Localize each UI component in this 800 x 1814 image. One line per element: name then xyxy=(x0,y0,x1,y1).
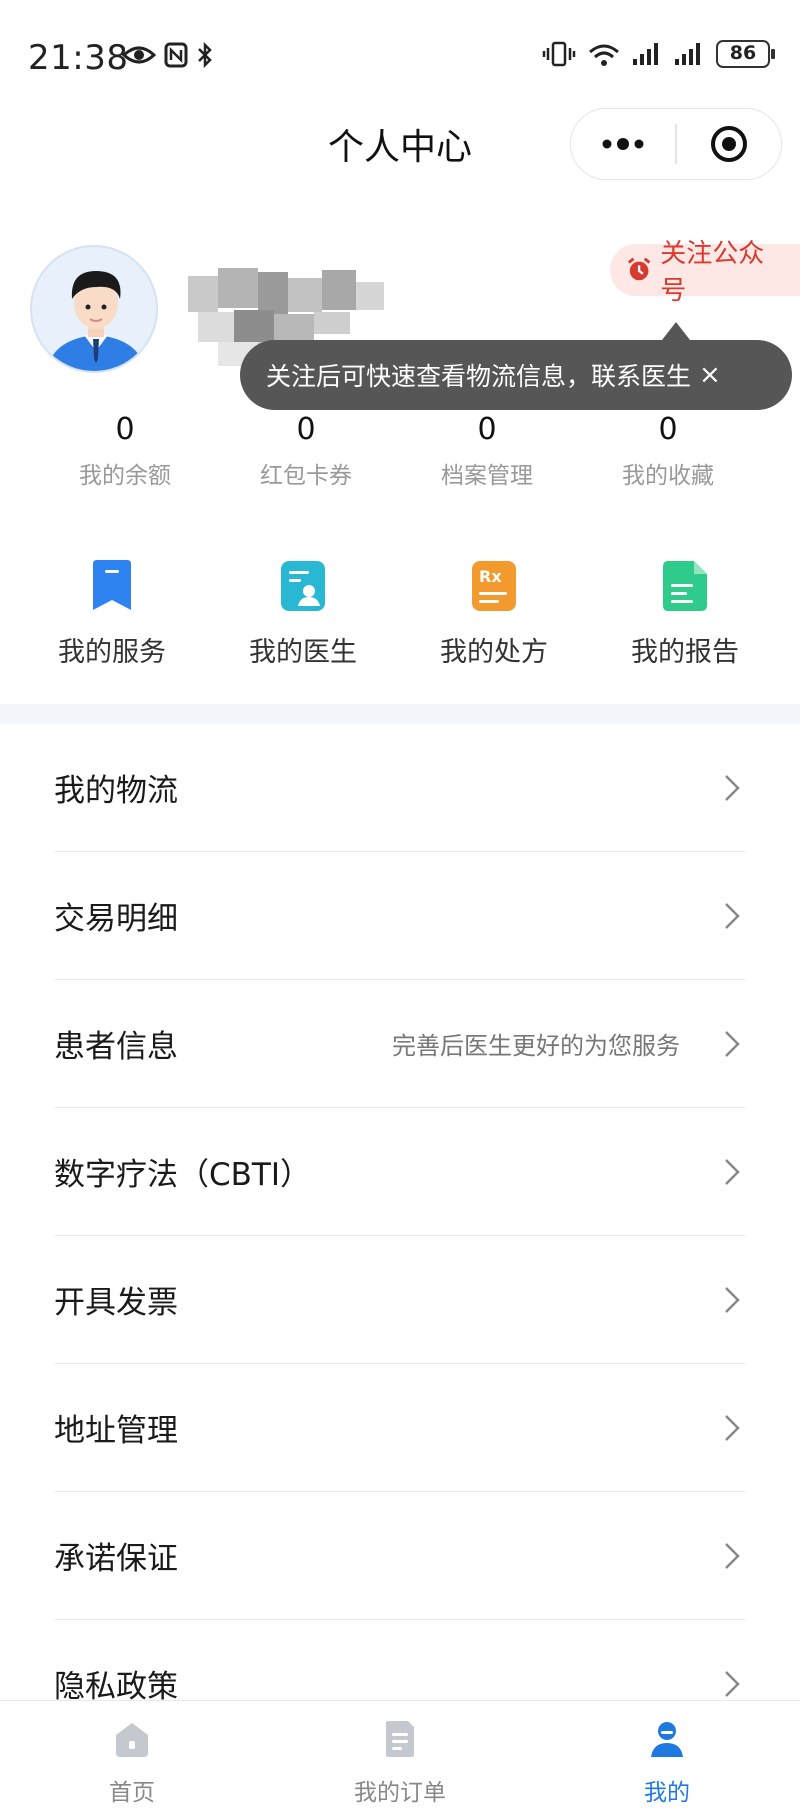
menu-item-digital-therapy[interactable]: 数字疗法（CBTI） xyxy=(54,1108,746,1236)
service-label: 我的处方 xyxy=(440,637,548,668)
stat-favorites[interactable]: 0 我的收藏 xyxy=(578,408,758,490)
stat-coupons[interactable]: 0 红包卡券 xyxy=(216,408,396,490)
more-button[interactable] xyxy=(571,108,675,180)
menu-item-guarantee[interactable]: 承诺保证 xyxy=(54,1492,746,1620)
tab-orders[interactable]: 我的订单 xyxy=(330,1719,470,1807)
chevron-right-icon xyxy=(725,1670,740,1697)
menu-item-invoice[interactable]: 开具发票 xyxy=(54,1236,746,1364)
mini-program-capsule xyxy=(570,108,782,180)
report-icon xyxy=(663,561,707,611)
service-label: 我的报告 xyxy=(631,637,739,668)
stat-value: 0 xyxy=(115,412,135,447)
bluetooth-icon xyxy=(198,42,212,68)
tab-label: 首页 xyxy=(109,1780,155,1806)
chevron-right-icon xyxy=(725,1158,740,1185)
quick-services: 我的服务 我的医生 Rx 我的处方 我的报告 xyxy=(0,560,800,680)
chevron-right-icon xyxy=(725,1414,740,1441)
stat-balance[interactable]: 0 我的余额 xyxy=(35,408,215,490)
doctor-icon xyxy=(281,561,325,611)
vibrate-icon xyxy=(542,41,576,67)
status-left-icons xyxy=(122,42,214,68)
menu-item-patient-info[interactable]: 患者信息 完善后医生更好的为您服务 xyxy=(54,980,746,1108)
orders-icon xyxy=(386,1721,414,1757)
nfc-icon xyxy=(164,42,188,68)
signal-icon-1 xyxy=(633,43,658,65)
menu-label: 我的物流 xyxy=(54,773,178,809)
profile-icon xyxy=(651,1722,683,1757)
chevron-right-icon xyxy=(725,774,740,801)
service-label: 我的医生 xyxy=(249,637,357,668)
section-divider xyxy=(0,704,800,724)
wifi-icon xyxy=(589,44,619,66)
home-icon xyxy=(116,1723,148,1757)
status-bar: 21:38 86 xyxy=(0,0,800,110)
stat-label: 我的余额 xyxy=(79,463,171,489)
status-time: 21:38 xyxy=(28,38,129,78)
chevron-right-icon xyxy=(725,1542,740,1569)
follow-badge-label: 关注公众号 xyxy=(660,239,765,306)
bookmark-icon xyxy=(93,560,131,610)
menu-item-transactions[interactable]: 交易明细 xyxy=(54,852,746,980)
menu-hint: 完善后医生更好的为您服务 xyxy=(392,1032,680,1060)
target-icon xyxy=(710,126,747,162)
menu-item-address[interactable]: 地址管理 xyxy=(54,1364,746,1492)
stat-records[interactable]: 0 档案管理 xyxy=(397,408,577,490)
stat-label: 红包卡券 xyxy=(260,463,352,489)
service-my-prescription[interactable]: Rx 我的处方 xyxy=(399,560,589,669)
service-label: 我的服务 xyxy=(58,637,166,668)
menu-label: 数字疗法（CBTI） xyxy=(54,1157,311,1193)
svg-text:Rx: Rx xyxy=(479,567,502,586)
stat-label: 档案管理 xyxy=(441,463,533,489)
menu-list: 我的物流 交易明细 患者信息 完善后医生更好的为您服务 数字疗法（CBTI） 开… xyxy=(0,724,800,1748)
signal-icon-2 xyxy=(675,43,700,65)
prescription-icon: Rx xyxy=(472,561,516,611)
menu-item-logistics[interactable]: 我的物流 xyxy=(54,724,746,852)
chevron-right-icon xyxy=(725,1286,740,1313)
tab-label: 我的 xyxy=(644,1780,690,1806)
battery-icon: 86 xyxy=(716,40,775,68)
more-dots-icon xyxy=(602,138,644,150)
menu-label: 地址管理 xyxy=(54,1413,178,1449)
eye-icon xyxy=(122,46,156,64)
service-my-report[interactable]: 我的报告 xyxy=(590,560,780,669)
service-my-services[interactable]: 我的服务 xyxy=(17,560,207,669)
menu-label: 开具发票 xyxy=(54,1285,178,1321)
alarm-clock-icon xyxy=(627,257,651,281)
stats-row: 0 我的余额 0 红包卡券 0 档案管理 0 我的收藏 xyxy=(0,408,800,498)
chevron-right-icon xyxy=(725,902,740,929)
stat-value: 0 xyxy=(477,412,497,447)
follow-tooltip: 关注后可快速查看物流信息，联系医生 × xyxy=(240,322,792,410)
user-avatar-illustration xyxy=(46,271,146,371)
menu-label: 交易明细 xyxy=(54,901,178,937)
tab-bar: 首页 我的订单 我的 xyxy=(0,1700,800,1814)
tooltip-text: 关注后可快速查看物流信息，联系医生 xyxy=(266,362,692,391)
menu-label: 患者信息 xyxy=(54,1029,178,1065)
follow-official-account-button[interactable]: 关注公众号 xyxy=(610,239,800,306)
status-right-icons: 86 xyxy=(542,40,775,68)
menu-label: 承诺保证 xyxy=(54,1541,178,1577)
avatar[interactable] xyxy=(30,245,158,373)
close-miniprogram-button[interactable] xyxy=(677,108,781,180)
stat-value: 0 xyxy=(296,412,316,447)
stat-value: 0 xyxy=(658,412,678,447)
chevron-right-icon xyxy=(725,1030,740,1057)
tooltip-close-button[interactable]: × xyxy=(699,360,721,390)
stat-label: 我的收藏 xyxy=(622,463,714,489)
service-my-doctor[interactable]: 我的医生 xyxy=(208,560,398,669)
tab-mine[interactable]: 我的 xyxy=(597,1719,737,1807)
tab-home[interactable]: 首页 xyxy=(62,1719,202,1807)
tab-label: 我的订单 xyxy=(354,1780,446,1806)
